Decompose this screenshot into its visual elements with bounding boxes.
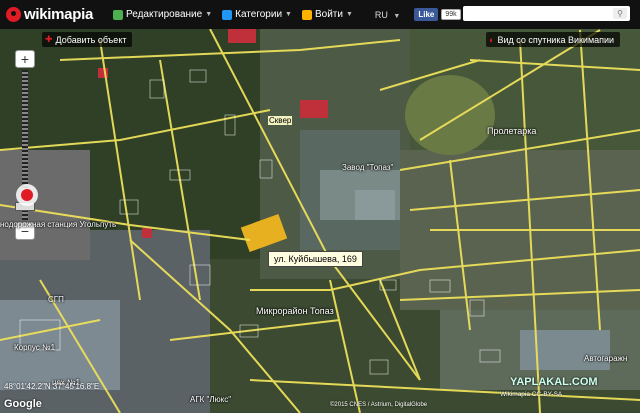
menu-categories[interactable]: Категории ▼ (222, 9, 292, 20)
facebook-like-count: 99k (441, 9, 461, 20)
search-input[interactable]: ⚲ (463, 6, 630, 21)
user-icon (301, 9, 312, 20)
wikimapia-mark-icon (16, 184, 38, 206)
add-object-button[interactable]: ✚ Добавить объект (42, 32, 133, 47)
map-label-proletarka[interactable]: Пролетарка (487, 126, 536, 136)
map-label-square[interactable]: Сквер (268, 116, 293, 125)
language-selector[interactable]: RU ▼ (375, 10, 400, 20)
menu-login[interactable]: Войти ▼ (301, 9, 353, 20)
chevron-down-icon: ▼ (393, 12, 401, 20)
map-label-building-1[interactable]: Корпус №1 (14, 343, 55, 352)
map-label-sgp[interactable]: СГП (48, 295, 64, 304)
logo-text: wikimapia (24, 6, 93, 23)
wikimapia-mark-dot (21, 189, 33, 201)
menu-edit[interactable]: Редактирование ▼ (113, 9, 212, 20)
site-watermark: YAPLAKAL.COM (510, 376, 598, 388)
zoom-in-button[interactable]: + (15, 50, 35, 68)
search-icon[interactable]: ⚲ (613, 8, 627, 19)
flag-icon (222, 9, 233, 20)
license-text: Wikimapia CC-BY-SA (500, 391, 563, 398)
satellite-icon: ◐ (489, 34, 495, 45)
pin-icon: ✚ (45, 34, 53, 44)
satellite-view-button[interactable]: ◐ Вид со спутника Викимапии (486, 32, 621, 47)
map-label-railway-station[interactable]: нодорожная станция Угольпуть (0, 220, 116, 229)
map-label-agk-lux[interactable]: АГК "Люкс" (190, 395, 231, 404)
facebook-like[interactable]: Like 99k (414, 8, 461, 21)
wikimapia-logo-icon (6, 7, 21, 22)
map-label-topaz-plant[interactable]: Завод "Топаз" (342, 163, 393, 172)
map-tooltip: ул. Куйбышева, 169 (268, 251, 363, 267)
coordinates-readout: 48°01'42.2"N 37°45'16.8"E (4, 382, 100, 391)
map-label-garage[interactable]: Автогаражн (584, 354, 627, 363)
edit-icon (113, 9, 123, 20)
satellite-map[interactable] (0, 0, 640, 413)
facebook-like-button[interactable]: Like (414, 8, 439, 21)
add-object-label: Добавить объект (55, 34, 127, 45)
menu-categories-label: Категории (235, 9, 283, 20)
chevron-down-icon: ▼ (345, 11, 353, 18)
chevron-down-icon: ▼ (205, 11, 213, 18)
wikimapia-logo[interactable]: wikimapia (6, 6, 93, 23)
chevron-down-icon: ▼ (285, 11, 292, 18)
google-logo: Google (4, 398, 42, 410)
menu-edit-label: Редактирование (126, 9, 203, 20)
menu-login-label: Войти (314, 9, 343, 20)
language-label: RU (374, 9, 388, 20)
imagery-copyright: ©2015 CNES / Astrium, DigitalGlobe (330, 402, 428, 408)
map-label-microdistrict[interactable]: Микрорайон Топаз (256, 306, 334, 316)
satellite-view-label: Вид со спутника Викимапии (497, 34, 615, 45)
